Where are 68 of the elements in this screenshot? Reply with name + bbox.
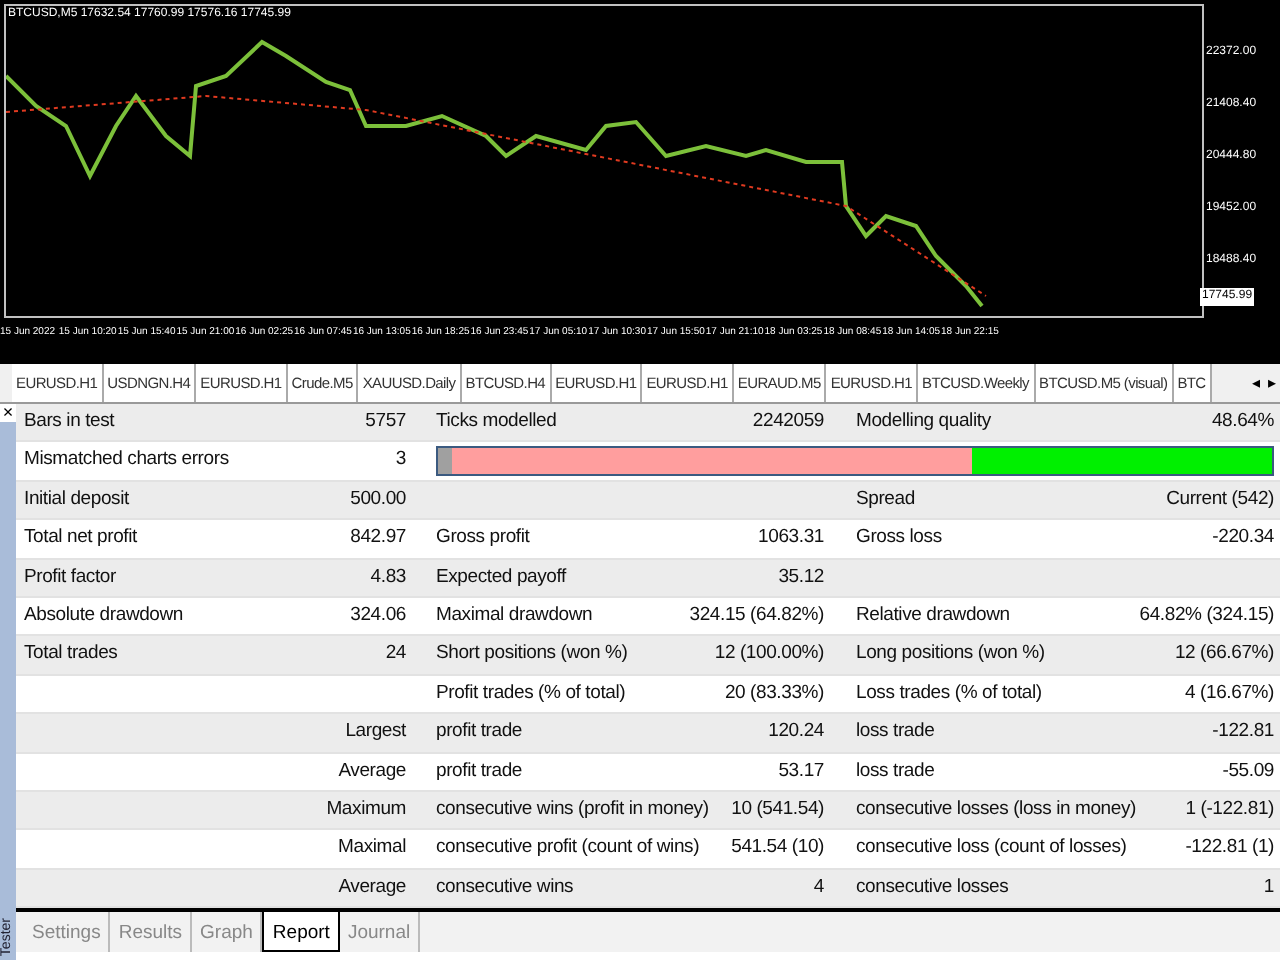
stat-value: 1 [1263, 873, 1274, 902]
stat-value: 1 (-122.81) [1185, 795, 1274, 824]
tester-tab[interactable]: Report [262, 912, 340, 953]
stat-value: 20 (83.33%) [724, 679, 824, 708]
scroll-arrow[interactable]: ◂ [1248, 364, 1264, 402]
stat-value: 64.82% (324.15) [1139, 602, 1274, 631]
stat-value: 53.17 [778, 757, 824, 786]
stat-value: Maximal [338, 834, 406, 863]
stat-value: Largest [345, 718, 406, 747]
stat-value: 4 (16.67%) [1185, 679, 1274, 708]
stat-label: Profit factor [24, 563, 116, 592]
stat-label: Expected payoff [436, 563, 566, 592]
stat-value: 541.54 (10) [731, 834, 824, 863]
stat-label: Ticks modelled [436, 408, 557, 437]
stat-label: consecutive losses [856, 873, 1009, 902]
stat-value: -122.81 [1212, 718, 1274, 747]
stat-value: 324.15 (64.82%) [689, 602, 824, 631]
stat-label: loss trade [856, 757, 935, 786]
stat-value: 1063.31 [758, 524, 824, 553]
stat-label: profit trade [436, 718, 523, 747]
stat-value: Maximum [326, 795, 406, 824]
stat-label: Short positions (won %) [436, 640, 628, 669]
stat-value: Current (542) [1166, 485, 1274, 514]
stat-label: Profit trades (% of total) [436, 679, 626, 708]
stat-value: -55.09 [1222, 757, 1274, 786]
stat-label: Relative drawdown [856, 602, 1010, 631]
stat-label: consecutive loss (count of losses) [856, 834, 1127, 863]
stat-value: -220.34 [1212, 524, 1274, 553]
scroll-arrow[interactable]: ▸ [1264, 364, 1280, 402]
stat-label: Gross profit [436, 524, 530, 553]
stat-label: consecutive losses (loss in money) [856, 795, 1136, 824]
stat-value: 12 (100.00%) [714, 640, 824, 669]
stat-value: -122.81 (1) [1185, 834, 1274, 863]
stat-label: profit trade [436, 757, 523, 786]
stat-label: Initial deposit [24, 485, 129, 514]
stat-value: 5757 [365, 408, 406, 437]
stat-value: Average [338, 873, 406, 902]
stat-value: Average [338, 757, 406, 786]
quality-segment [438, 448, 452, 475]
stat-label: Absolute drawdown [24, 602, 184, 631]
stat-label: Long positions (won %) [856, 640, 1045, 669]
stat-label: Modelling quality [856, 408, 991, 437]
stat-value: 3 [395, 446, 406, 475]
stat-label: Mismatched charts errors [24, 446, 229, 475]
stat-label: loss trade [856, 718, 935, 747]
close-button[interactable]: × [0, 404, 16, 422]
stat-label: Gross loss [856, 524, 942, 553]
stat-label: consecutive wins (profit in money) [436, 795, 709, 824]
stat-value: 24 [385, 640, 406, 669]
stat-label: Bars in test [24, 408, 115, 437]
stat-label: Total net profit [24, 524, 137, 553]
stat-value: 48.64% [1211, 408, 1274, 437]
stat-value: 842.97 [350, 524, 406, 553]
stat-value: 35.12 [778, 563, 824, 592]
stat-value: 4.83 [370, 563, 406, 592]
stat-label: consecutive profit (count of wins) [436, 834, 700, 863]
stat-value: 10 (541.54) [731, 795, 824, 824]
stat-label: Maximal drawdown [436, 602, 593, 631]
stat-value: 12 (66.67%) [1174, 640, 1274, 669]
stat-label: Total trades [24, 640, 118, 669]
stat-label: Spread [856, 485, 915, 514]
stat-value: 4 [813, 873, 824, 902]
stat-value: 120.24 [768, 718, 824, 747]
stat-value: 500.00 [350, 485, 406, 514]
stat-label: Loss trades (% of total) [856, 679, 1042, 708]
stat-value: 2242059 [752, 408, 824, 437]
stat-label: consecutive wins [436, 873, 574, 902]
stat-value: 324.06 [350, 602, 406, 631]
